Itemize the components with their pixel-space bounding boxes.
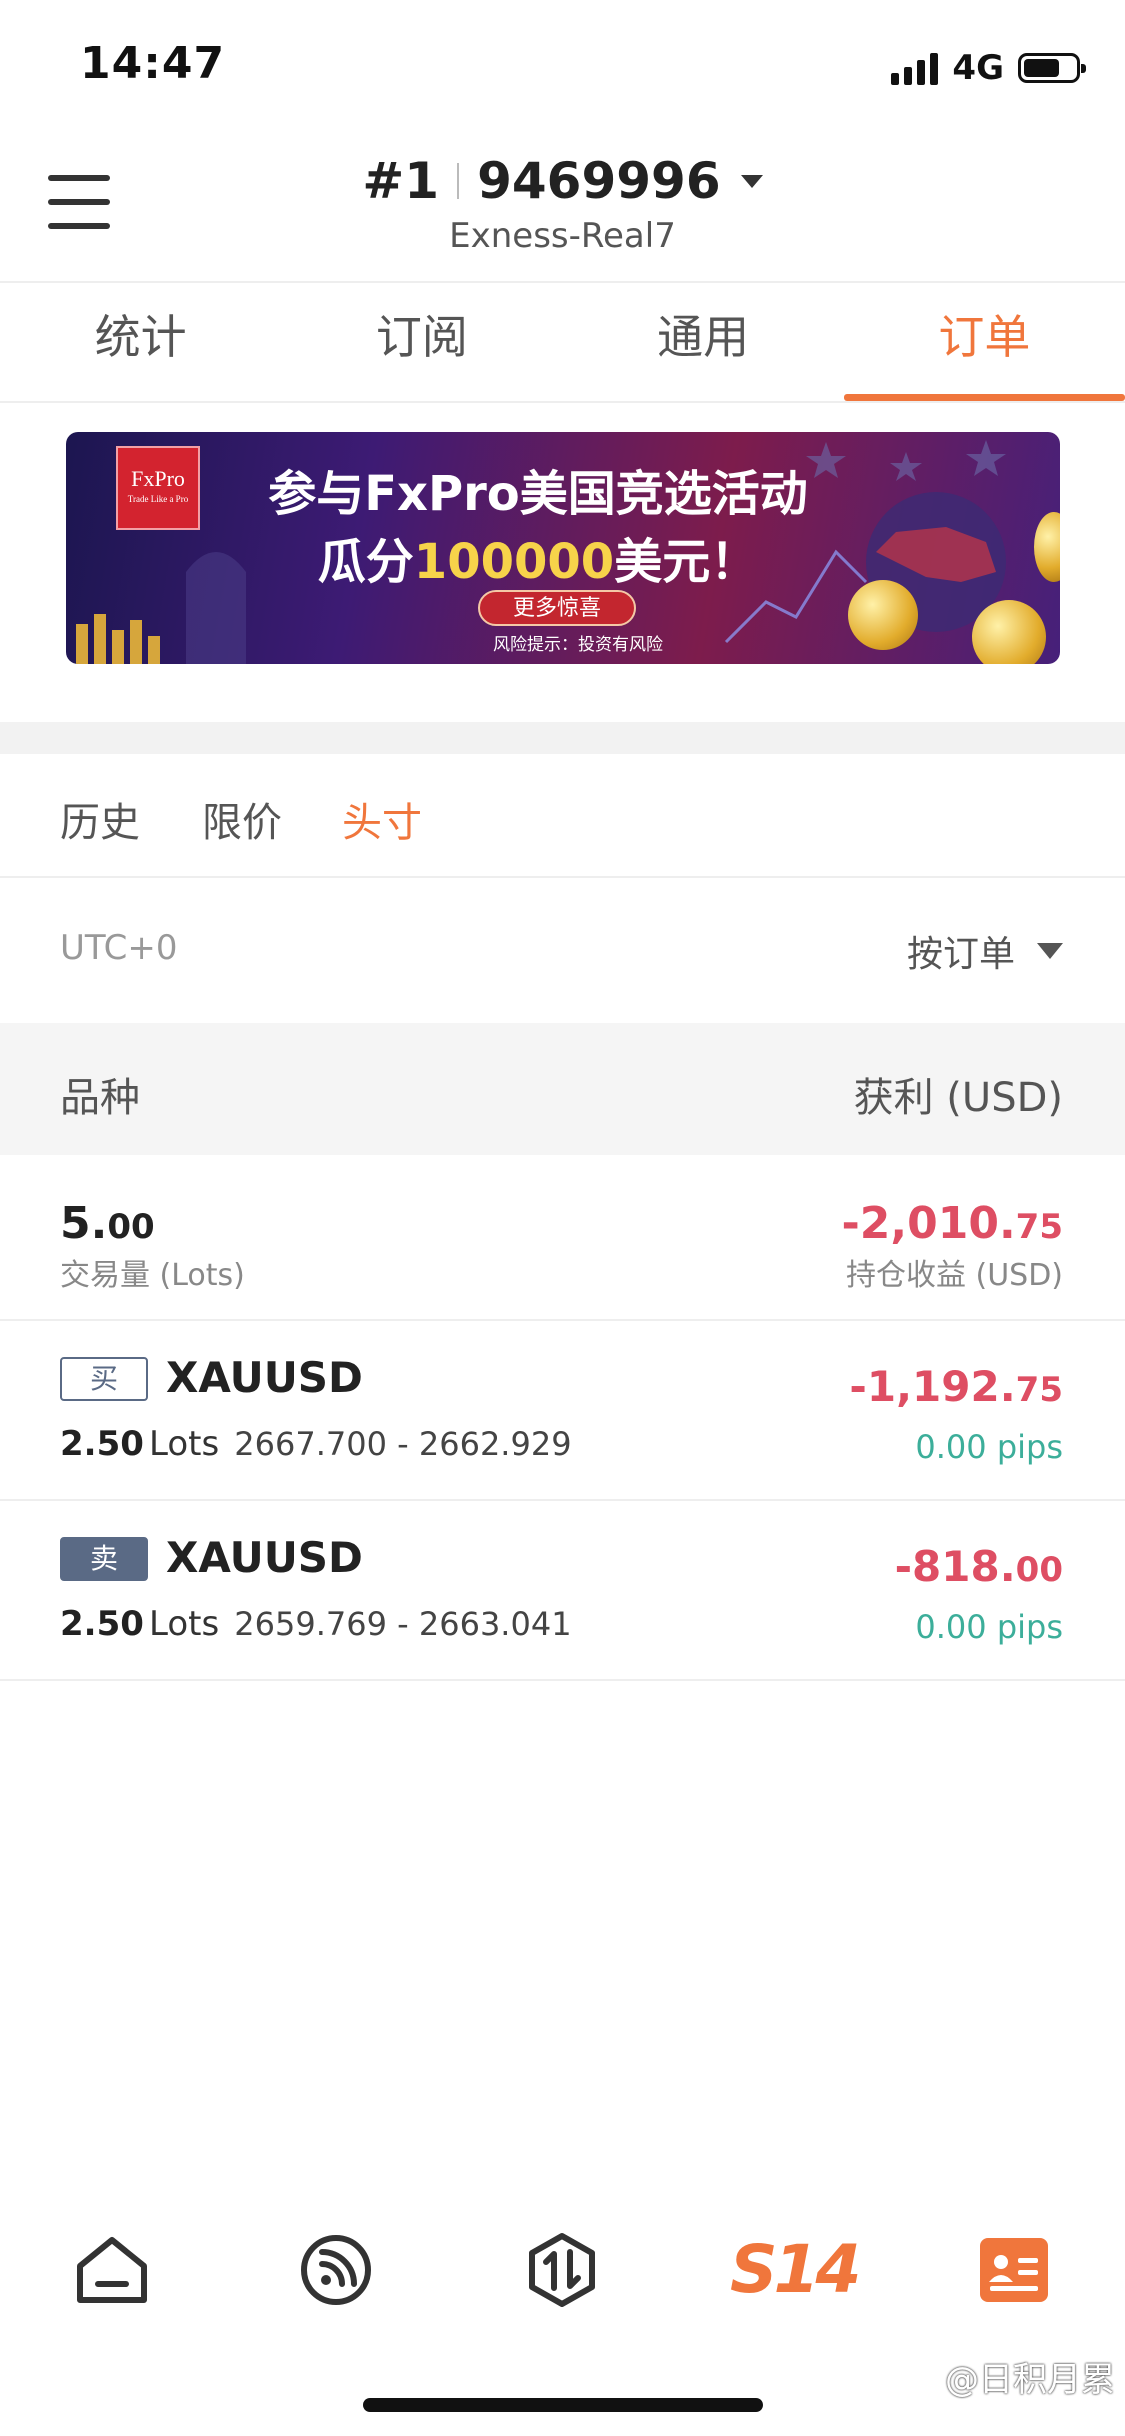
sort-label: 按订单 [906,934,1015,975]
caret-down-icon [740,174,763,188]
caret-down-icon [1037,943,1063,959]
sort-dropdown[interactable]: 按订单 [907,925,1063,977]
position-pips: 0.00 pips [915,1608,1063,1646]
banner-subheadline: 瓜分100000美元！ [317,534,759,590]
tab-orders[interactable]: 订单 [843,283,1125,401]
network-type: 4G [952,48,1004,88]
subtab-positions[interactable]: 头寸 [342,790,422,848]
watermark: @日积月累 [945,2360,1115,2400]
nav-trade[interactable] [522,2230,602,2310]
subtab-history[interactable]: 历史 [60,790,140,848]
account-number: 9469996 [477,152,721,210]
account-selector[interactable]: #1 9469996 Exness-Real7 [0,152,1125,256]
column-symbol: 品种 [60,1075,140,1121]
s14-logo: S14 [730,2231,861,2308]
account-card-icon [980,2238,1048,2302]
home-icon [77,2237,147,2303]
signal-feed-icon [301,2235,371,2305]
timezone-label: UTC+0 [60,928,178,968]
promo-banner[interactable]: FxPro Trade Like a Pro 参与FxPro美国竞选活动 瓜分1… [66,432,1060,664]
summary-pnl: -2,010.75 [841,1198,1063,1249]
tabs-divider [0,401,1125,403]
banner-risk-note: 风险提示：投资有风险 [493,635,663,655]
status-time: 14:47 [80,38,226,89]
trade-icon [529,2233,595,2307]
home-indicator[interactable] [363,2398,763,2412]
position-prices: 2667.700 - 2662.929 [234,1425,572,1463]
tab-general[interactable]: 通用 [563,283,844,401]
position-symbol: XAUUSD [166,1353,363,1402]
nav-signals[interactable] [296,2230,376,2310]
main-tabs: 统计 订阅 通用 订单 [0,283,1125,401]
column-profit: 获利 (USD) [853,1075,1063,1121]
position-lots: 2.50 Lots 2667.700 - 2662.929 [60,1424,572,1464]
position-prices: 2659.769 - 2663.041 [234,1605,572,1643]
summary-volume-label: 交易量 (Lots) [60,1258,245,1293]
account-prefix: #1 [362,152,440,210]
summary-volume: 5.00 [60,1198,155,1249]
banner-headline: 参与FxPro美国竞选活动 [268,466,808,522]
divider [0,1679,1125,1681]
banner-more-button[interactable]: 更多惊喜 [478,590,636,626]
nav-home[interactable] [72,2230,152,2310]
cellular-signal-icon [891,51,939,85]
section-gap [0,722,1125,754]
tab-statistics[interactable]: 统计 [0,283,281,401]
subtab-limit[interactable]: 限价 [202,790,282,848]
position-pnl: -818.00 [894,1542,1063,1591]
position-lots: 2.50 Lots 2659.769 - 2663.041 [60,1604,572,1644]
position-symbol: XAUUSD [166,1533,363,1582]
sell-badge: 卖 [60,1537,148,1581]
buy-badge: 买 [60,1357,148,1401]
summary-pnl-label: 持仓收益 (USD) [845,1258,1063,1293]
position-pips: 0.00 pips [915,1428,1063,1466]
nav-account[interactable] [974,2230,1054,2310]
tab-subscriptions[interactable]: 订阅 [281,283,562,401]
position-pnl: -1,192.75 [849,1362,1063,1411]
status-indicators: 4G [891,48,1086,88]
nav-s14[interactable]: S14 [730,2228,861,2312]
account-server: Exness-Real7 [449,216,676,256]
divider [0,876,1125,878]
battery-icon [1018,53,1086,83]
account-separator [457,163,460,199]
